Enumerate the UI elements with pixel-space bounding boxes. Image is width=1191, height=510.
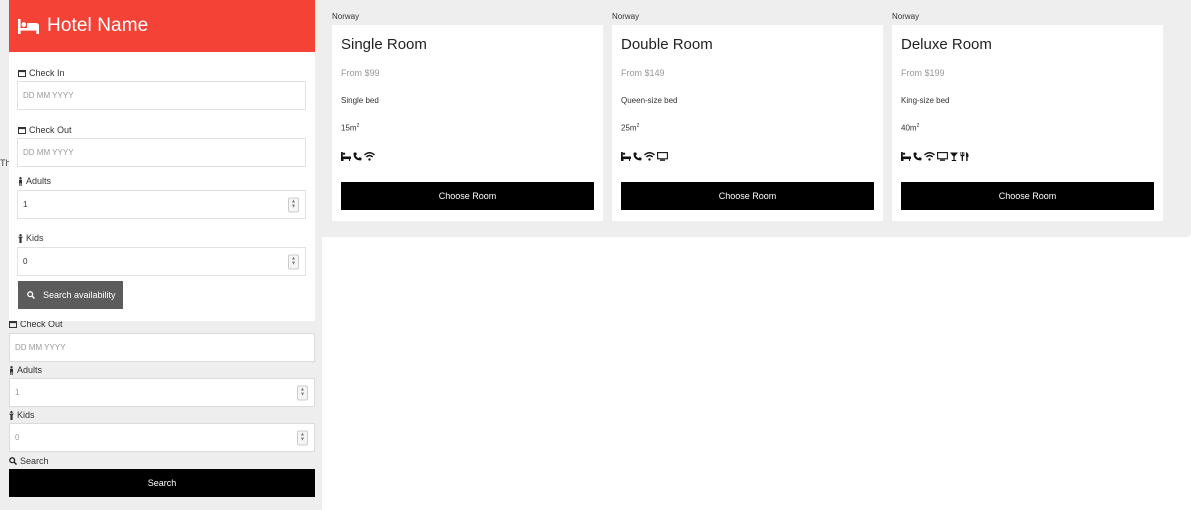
male-icon — [19, 176, 22, 186]
check-out-input[interactable]: DD MM YYYY — [17, 138, 306, 167]
room-bed-type: Single bed — [341, 96, 379, 105]
room-country: Norway — [612, 12, 640, 21]
phone-icon — [633, 152, 642, 161]
bed-icon — [18, 18, 39, 34]
adults-label: Adults — [18, 176, 51, 186]
choose-room-button[interactable]: Choose Room — [901, 182, 1154, 210]
phone-icon — [353, 152, 362, 161]
child-icon — [9, 410, 14, 420]
bath-icon — [621, 152, 631, 161]
bg-check-out-input[interactable]: DD MM YYYY — [9, 333, 315, 362]
bath-icon — [901, 152, 911, 161]
room-size-sup: 2 — [636, 123, 640, 129]
calendar-icon — [18, 127, 26, 134]
room-card-deluxe: Deluxe Room From $199 King-size bed 40m2… — [892, 25, 1163, 221]
search-icon — [9, 457, 17, 465]
booking-panel: Hotel Name Check In DD MM YYYY Check Out… — [9, 0, 315, 321]
wifi-icon — [924, 152, 935, 161]
adults-input[interactable]: 1 ▲ ▼ — [17, 190, 306, 219]
search-icon — [27, 291, 35, 299]
tv-icon — [937, 152, 948, 161]
hotel-header: Hotel Name — [9, 0, 315, 52]
adults-stepper[interactable]: ▲ ▼ — [288, 197, 299, 212]
bg-search-text: Search — [20, 456, 49, 466]
room-size: 15m2 — [341, 123, 359, 133]
check-in-text: Check In — [29, 68, 65, 78]
bg-adults-input[interactable]: 1 ▲ ▼ — [9, 378, 315, 407]
room-size-sup: 2 — [916, 123, 920, 129]
check-out-text: Check Out — [29, 125, 72, 135]
kids-text: Kids — [26, 233, 44, 243]
cocktail-icon — [950, 152, 958, 161]
bg-kids-text: Kids — [17, 410, 35, 420]
child-icon — [18, 233, 23, 243]
calendar-icon — [9, 321, 17, 328]
check-in-input[interactable]: DD MM YYYY — [17, 81, 306, 110]
room-size-sup: 2 — [356, 123, 360, 129]
bg-kids-value: 0 — [15, 433, 20, 442]
search-availability-button[interactable]: Search availability — [18, 281, 123, 309]
kids-label: Kids — [18, 233, 44, 243]
room-title: Double Room — [621, 36, 713, 53]
room-size-value: 25m — [621, 123, 637, 133]
bg-adults-stepper[interactable]: ▲ ▼ — [297, 385, 308, 400]
bath-icon — [341, 152, 351, 161]
hotel-name: Hotel Name — [47, 15, 149, 36]
room-card-single: Single Room From $99 Single bed 15m2 Cho… — [332, 25, 603, 221]
bg-check-out-placeholder: DD MM YYYY — [15, 343, 66, 352]
room-amenities — [621, 152, 668, 161]
room-amenities — [901, 152, 969, 161]
room-country: Norway — [332, 12, 360, 21]
room-card-double: Double Room From $149 Queen-size bed 25m… — [612, 25, 883, 221]
kids-value: 0 — [23, 257, 28, 266]
calendar-icon — [18, 70, 26, 77]
room-size-value: 15m — [341, 123, 357, 133]
cutlery-icon — [960, 152, 969, 161]
kids-stepper[interactable]: ▲ ▼ — [288, 254, 299, 269]
bg-adults-label: Adults — [9, 365, 42, 375]
check-out-label: Check Out — [18, 125, 72, 135]
bg-kids-stepper[interactable]: ▲ ▼ — [297, 430, 308, 445]
phone-icon — [913, 152, 922, 161]
room-price: From $99 — [341, 68, 380, 78]
bg-kids-input[interactable]: 0 ▲ ▼ — [9, 423, 315, 452]
bg-search-label: Search — [9, 456, 49, 466]
room-amenities — [341, 152, 375, 161]
room-country: Norway — [892, 12, 920, 21]
adults-text: Adults — [26, 176, 52, 186]
kids-input[interactable]: 0 ▲ ▼ — [17, 247, 306, 276]
room-bed-type: King-size bed — [901, 96, 950, 105]
choose-room-button[interactable]: Choose Room — [621, 182, 874, 210]
room-title: Single Room — [341, 36, 427, 53]
male-icon — [10, 365, 13, 375]
wifi-icon — [644, 152, 655, 161]
adults-value: 1 — [23, 200, 28, 209]
room-size: 25m2 — [621, 123, 639, 133]
bg-kids-label: Kids — [9, 410, 35, 420]
room-price: From $149 — [621, 68, 665, 78]
room-bed-type: Queen-size bed — [621, 96, 678, 105]
tv-icon — [657, 152, 668, 161]
room-title: Deluxe Room — [901, 36, 992, 53]
room-price: From $199 — [901, 68, 945, 78]
room-size-value: 40m — [901, 123, 917, 133]
check-in-placeholder: DD MM YYYY — [23, 91, 74, 100]
bg-adults-text: Adults — [17, 365, 43, 375]
check-out-placeholder: DD MM YYYY — [23, 148, 74, 157]
check-in-label: Check In — [18, 68, 65, 78]
room-size: 40m2 — [901, 123, 919, 133]
search-button[interactable]: Search — [9, 469, 315, 497]
choose-room-button[interactable]: Choose Room — [341, 182, 594, 210]
wifi-icon — [364, 152, 375, 161]
search-availability-label: Search availability — [43, 290, 116, 300]
bg-adults-value: 1 — [15, 388, 20, 397]
